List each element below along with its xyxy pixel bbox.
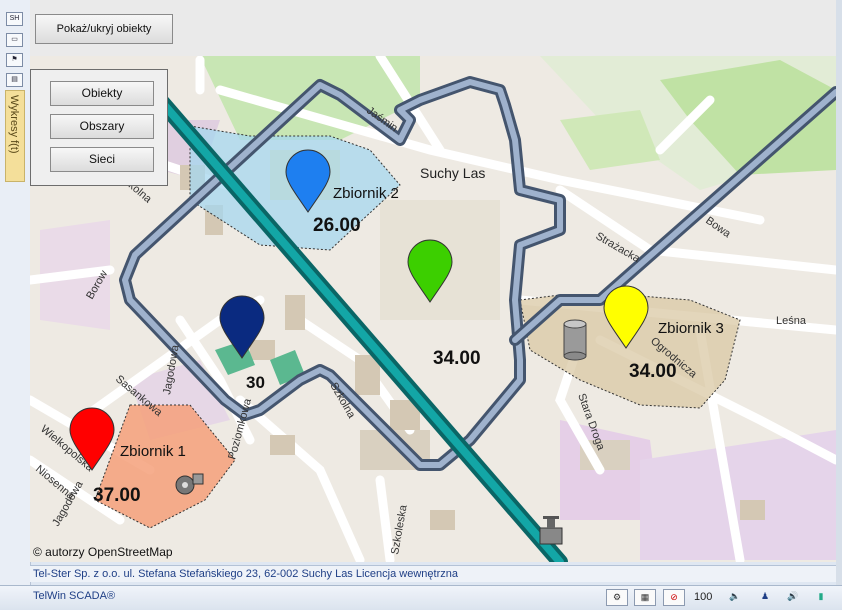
- flag-icon[interactable]: ⚑: [6, 53, 23, 67]
- cylinder-tank-icon: [563, 319, 587, 361]
- zoom-level: 100: [694, 591, 713, 603]
- status-bar: TelWin SCADA® ⚙ ▦ ⊘ 100 🔈 ♟ 🔊 ▮: [0, 585, 842, 610]
- tank-name: Zbiornik 1: [120, 443, 186, 460]
- info-bar: Tel-Ster Sp. z o.o. ul. Stefana Stefańsk…: [30, 565, 836, 582]
- top-toolbar: Pokaż/ukryj obiekty: [30, 0, 836, 57]
- tank-value: 34.00: [433, 348, 481, 369]
- tank-name: Zbiornik 2: [333, 185, 399, 202]
- volume-icon[interactable]: 🔊: [782, 589, 804, 606]
- tank-value: 37.00: [93, 485, 141, 506]
- layers-panel: Obiekty Obszary Sieci: [30, 69, 168, 186]
- tank-value: 34.00: [629, 361, 677, 382]
- sh-button[interactable]: SH: [6, 12, 23, 26]
- street-label: Bowa: [703, 215, 733, 241]
- chart-window-icon[interactable]: ▤: [6, 73, 23, 87]
- tank-value: 26.00: [313, 215, 361, 236]
- areas-button[interactable]: Obszary: [50, 114, 154, 139]
- monitor-icon[interactable]: ▭: [6, 33, 23, 47]
- license-info: Tel-Ster Sp. z o.o. ul. Stefana Stefańsk…: [33, 568, 458, 580]
- app-name: TelWin SCADA®: [33, 590, 116, 602]
- place-label: Suchy Las: [420, 165, 485, 181]
- street-label: Leśna: [776, 315, 807, 327]
- users-icon[interactable]: ⚙: [606, 589, 628, 606]
- charts-tab-label: Wykresy f(t): [8, 95, 20, 154]
- tank-value: 30: [246, 373, 265, 392]
- valve-icon: [539, 516, 563, 545]
- networks-button[interactable]: Sieci: [50, 147, 154, 172]
- user-icon[interactable]: ♟: [754, 589, 776, 606]
- network-status-icon: ▮: [818, 591, 824, 601]
- left-toolstrip: SH ▭ ⚑ ▤ Wykresy f(t): [0, 0, 31, 585]
- map-attribution: © autorzy OpenStreetMap: [33, 545, 173, 559]
- no-alarm-icon[interactable]: ⊘: [663, 589, 685, 606]
- tank-name: Zbiornik 3: [658, 320, 724, 337]
- speaker-icon[interactable]: 🔈: [724, 589, 746, 606]
- toggle-objects-button[interactable]: Pokaż/ukryj obiekty: [35, 14, 173, 44]
- charts-tab[interactable]: Wykresy f(t): [5, 90, 25, 182]
- chart-icon[interactable]: ▦: [634, 589, 656, 606]
- street-label: Szkoleska: [389, 503, 410, 555]
- vertical-scrollbar[interactable]: [836, 0, 842, 585]
- objects-button[interactable]: Obiekty: [50, 81, 154, 106]
